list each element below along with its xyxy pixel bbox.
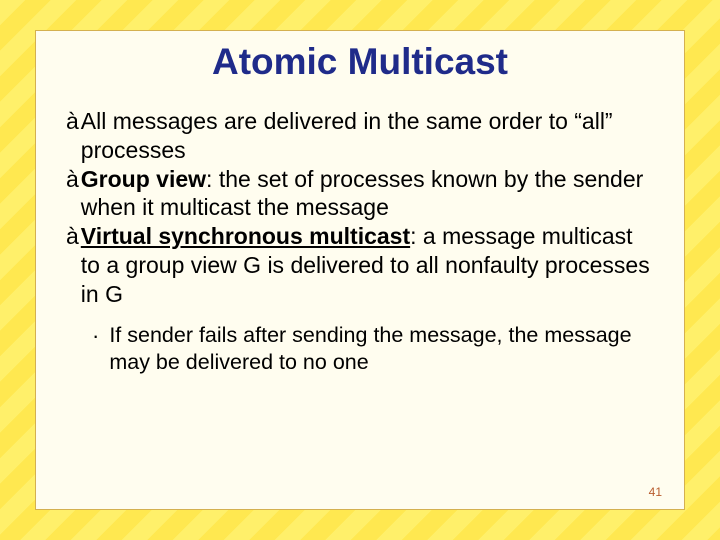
bullet-glyph: à: [66, 165, 81, 223]
bullet-3-bold: Virtual synchronous multicast: [81, 223, 410, 249]
page-number: 41: [649, 485, 662, 499]
bullet-3: à Virtual synchronous multicast: a messa…: [66, 222, 654, 308]
bullet-2: à Group view: the set of processes known…: [66, 165, 654, 223]
bullet-3-sep: :: [410, 223, 423, 249]
sub-bullet-glyph: ·: [92, 322, 109, 376]
slide-content: Atomic Multicast à All messages are deli…: [35, 30, 685, 510]
bullet-2-bold: Group view: [81, 166, 206, 192]
bullet-1-text: All messages are delivered in the same o…: [81, 107, 654, 165]
bullet-glyph: à: [66, 107, 81, 165]
bullet-1: à All messages are delivered in the same…: [66, 107, 654, 165]
sub-bullet-list: · If sender fails after sending the mess…: [92, 322, 654, 376]
slide-body: à All messages are delivered in the same…: [66, 107, 654, 376]
bullet-2-sep: :: [206, 166, 219, 192]
bullet-3-content: Virtual synchronous multicast: a message…: [81, 222, 654, 308]
sub-bullet-1: · If sender fails after sending the mess…: [92, 322, 654, 376]
sub-bullet-1-text: If sender fails after sending the messag…: [109, 322, 654, 376]
slide-title: Atomic Multicast: [66, 41, 654, 83]
bullet-glyph: à: [66, 222, 81, 308]
bullet-2-content: Group view: the set of processes known b…: [81, 165, 654, 223]
